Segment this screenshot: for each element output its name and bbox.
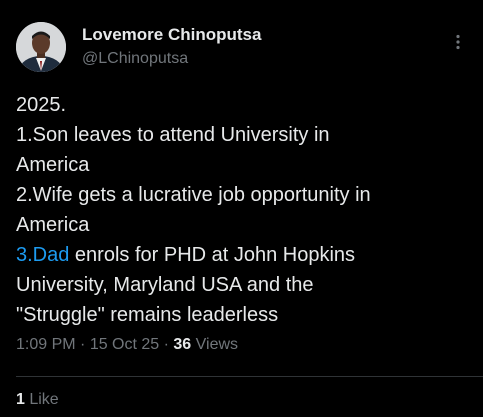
tweet-line: 2025. bbox=[16, 94, 67, 116]
avatar[interactable] bbox=[16, 22, 66, 72]
more-vertical-icon bbox=[456, 34, 460, 50]
tweet-line-rest: enrols for PHD at John Hopkins bbox=[69, 244, 356, 266]
views-count[interactable]: 36 bbox=[173, 336, 191, 353]
likes-summary[interactable]: 1 Like bbox=[16, 391, 59, 409]
tweet-text: 2025. 1.Son leaves to attend University … bbox=[16, 90, 466, 330]
more-options-button[interactable] bbox=[455, 34, 461, 50]
tweet-line: 3.Dad enrols for PHD at John Hopkins bbox=[16, 240, 466, 270]
likes-count: 1 bbox=[16, 391, 25, 408]
tweet-link[interactable]: 3.Dad bbox=[16, 244, 69, 266]
tweet-line: America bbox=[16, 154, 90, 176]
meta-separator: · bbox=[159, 336, 174, 353]
author-display-name[interactable]: Lovemore Chinoputsa bbox=[82, 25, 261, 45]
divider bbox=[16, 376, 483, 377]
tweet-line: 1.Son leaves to attend University in bbox=[16, 124, 330, 146]
views-label[interactable]: Views bbox=[191, 336, 238, 353]
tweet-line: 2.Wife gets a lucrative job opportunity … bbox=[16, 184, 371, 206]
tweet-line: University, Maryland USA and the bbox=[16, 274, 314, 296]
tweet-time[interactable]: 1:09 PM bbox=[16, 336, 76, 353]
profile-photo-icon bbox=[16, 22, 66, 72]
meta-separator: · bbox=[75, 336, 90, 353]
tweet-meta: 1:09 PM · 15 Oct 25 · 36 Views bbox=[16, 336, 238, 354]
author-handle[interactable]: @LChinoputsa bbox=[82, 50, 188, 68]
tweet-line: "Struggle" remains leaderless bbox=[16, 304, 279, 326]
tweet-line: America bbox=[16, 214, 90, 236]
tweet-date[interactable]: 15 Oct 25 bbox=[90, 336, 159, 353]
likes-label: Like bbox=[24, 391, 59, 408]
tweet-card: Lovemore Chinoputsa @LChinoputsa 2025. 1… bbox=[0, 0, 483, 417]
